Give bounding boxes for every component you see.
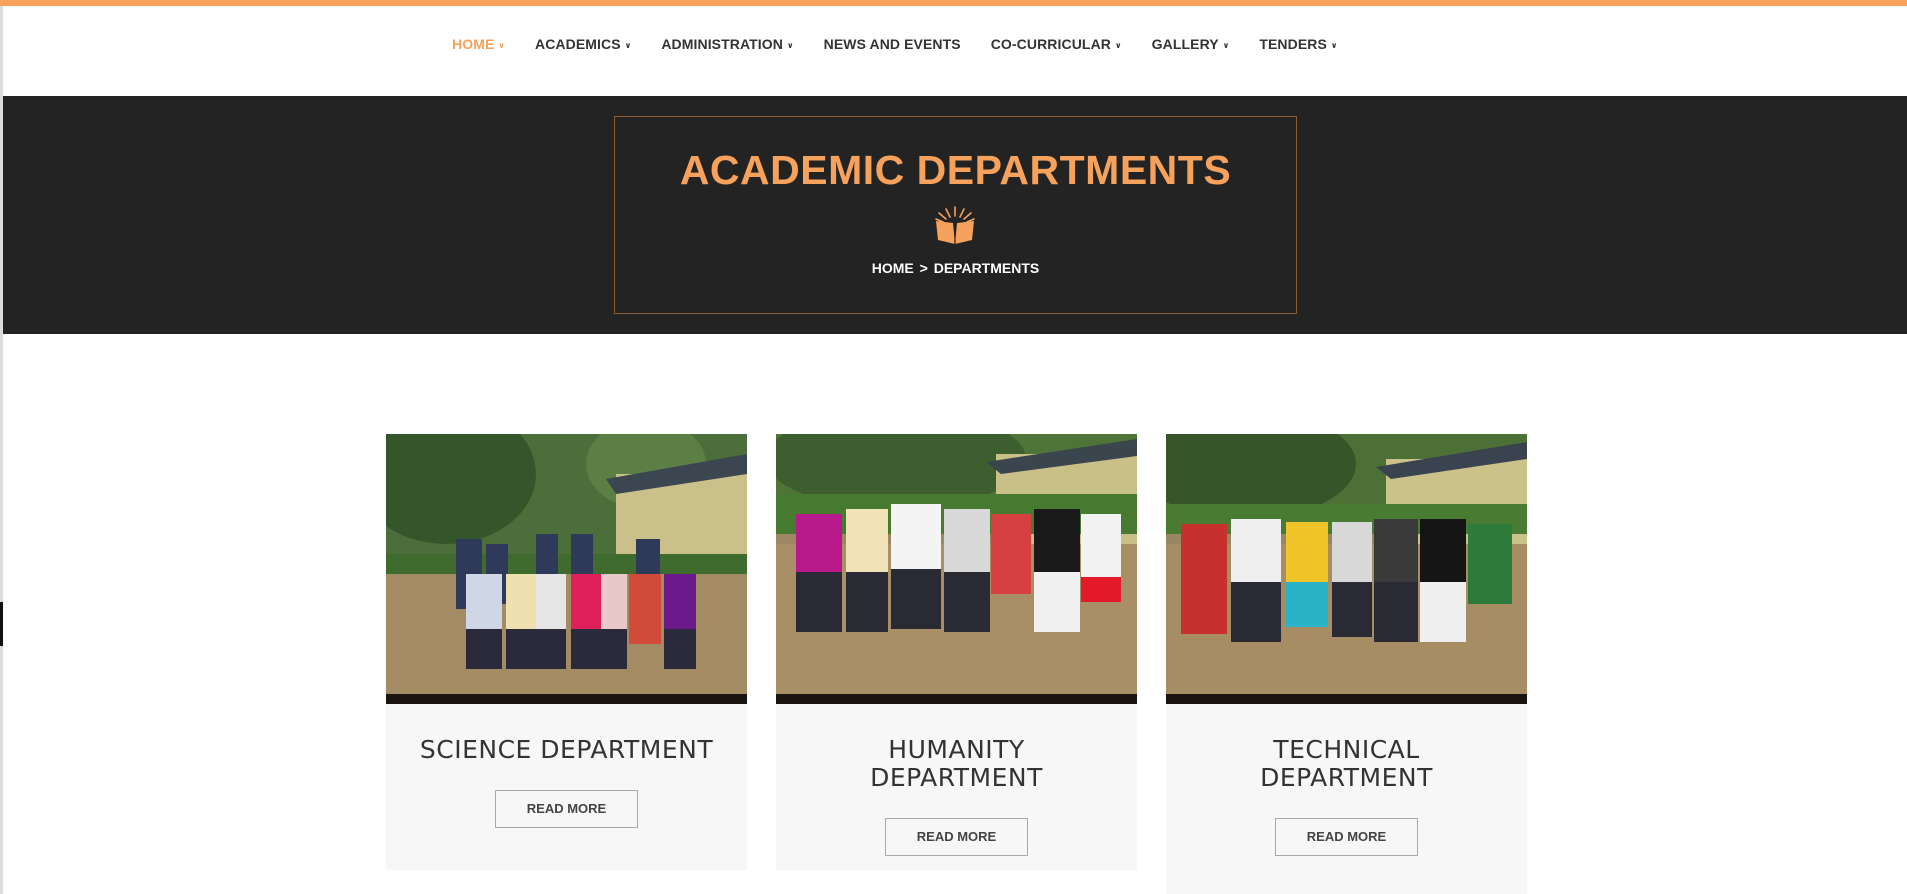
hero-frame: ACADEMIC DEPARTMENTS HOME > DEPARTMENTS [614, 116, 1297, 314]
department-card-humanity: HUMANITY DEPARTMENT READ MORE [776, 434, 1137, 870]
department-photo[interactable] [1166, 434, 1527, 704]
chevron-down-icon: ∨ [624, 40, 632, 50]
breadcrumb: HOME > DEPARTMENTS [615, 260, 1296, 276]
read-more-button[interactable]: READ MORE [885, 818, 1028, 856]
chevron-down-icon: ∨ [498, 40, 506, 50]
department-card-technical: TECHNICAL DEPARTMENT READ MORE [1166, 434, 1527, 894]
nav-item-label: NEWS AND EVENTS [823, 36, 961, 52]
page-title: ACADEMIC DEPARTMENTS [679, 147, 1232, 193]
nav-item-label: CO-CURRICULAR [990, 36, 1112, 52]
department-title: SCIENCE DEPARTMENT [419, 735, 714, 764]
department-photo[interactable] [386, 434, 747, 704]
chevron-down-icon: ∨ [787, 40, 794, 50]
breadcrumb-current: DEPARTMENTS [933, 260, 1040, 276]
nav-item-label: TENDERS [1259, 36, 1327, 52]
nav-item-news-and-events[interactable]: NEWS AND EVENTS [824, 36, 961, 52]
chevron-down-icon: ∨ [1330, 40, 1338, 50]
chevron-down-icon: ∨ [1222, 40, 1230, 50]
chevron-down-icon: ∨ [1115, 40, 1122, 50]
nav-item-label: ACADEMICS [535, 36, 621, 52]
photo-shadow-band [776, 694, 1137, 704]
scroll-marker [0, 602, 3, 646]
nav-item-label: GALLERY [1151, 36, 1219, 52]
read-more-button[interactable]: READ MORE [1275, 818, 1418, 856]
open-book-icon [935, 206, 975, 244]
main-nav: HOME ∨ ACADEMICS ∨ ADMINISTRATION ∨ NEWS AN… [452, 36, 1368, 52]
nav-item-label: ADMINISTRATION [661, 36, 783, 52]
nav-item-gallery[interactable]: GALLERY ∨ [1152, 36, 1230, 52]
breadcrumb-separator: > [919, 260, 928, 276]
nav-item-label: HOME [452, 36, 495, 52]
department-photo[interactable] [776, 434, 1137, 704]
nav-item-tenders[interactable]: TENDERS ∨ [1259, 36, 1337, 52]
department-title: HUMANITY DEPARTMENT [870, 735, 1043, 792]
photo-shadow-band [386, 694, 747, 704]
photo-shadow-band [1166, 694, 1527, 704]
department-card-science: SCIENCE DEPARTMENT READ MORE [386, 434, 747, 870]
breadcrumb-home[interactable]: HOME [872, 260, 914, 276]
nav-item-academics[interactable]: ACADEMICS ∨ [535, 36, 631, 52]
department-title: TECHNICAL DEPARTMENT [1260, 735, 1433, 792]
page-hero: ACADEMIC DEPARTMENTS HOME > DEPARTMENTS [3, 96, 1907, 334]
nav-item-administration[interactable]: ADMINISTRATION ∨ [661, 36, 793, 52]
nav-item-co-curricular[interactable]: CO-CURRICULAR ∨ [991, 36, 1122, 52]
nav-item-home[interactable]: HOME ∨ [452, 36, 505, 52]
read-more-button[interactable]: READ MORE [495, 790, 638, 828]
